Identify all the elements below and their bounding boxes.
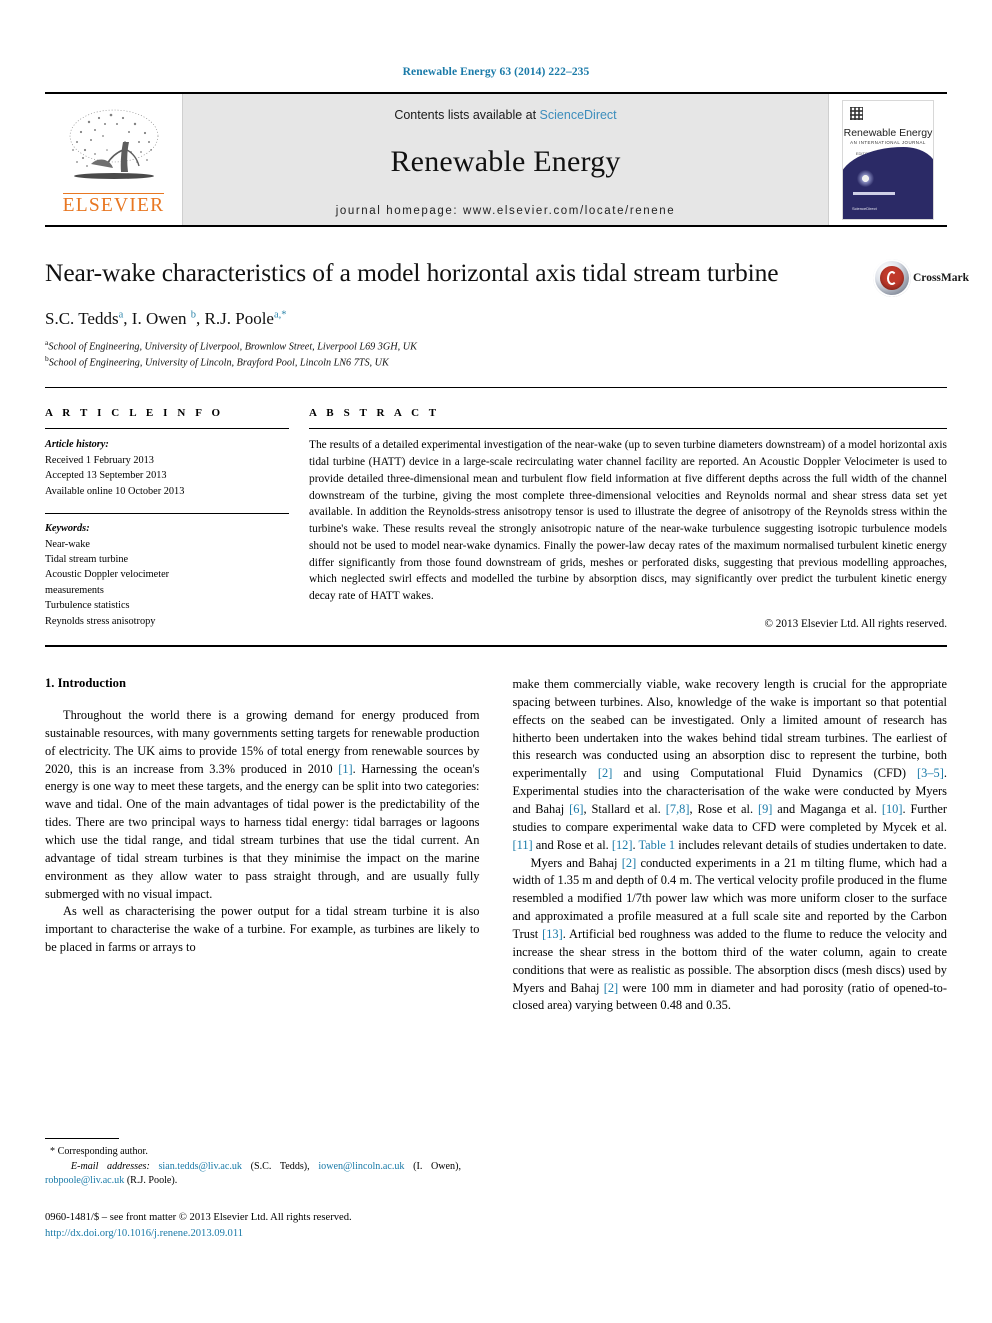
info-abstract-region: A R T I C L E I N F O Article history: R… — [45, 388, 947, 630]
abstract-copyright: © 2013 Elsevier Ltd. All rights reserved… — [764, 618, 948, 631]
body-columns: 1. Introduction Throughout the world the… — [45, 647, 947, 1015]
corresponding-author-note: * Corresponding author. E-mail addresses… — [45, 1146, 461, 1187]
masthead-center: Contents lists available at ScienceDirec… — [183, 94, 828, 225]
journal-article-page: Renewable Energy 63 (2014) 222–235 ELSEV… — [0, 0, 992, 1323]
keyword-item: Reynolds stress anisotropy — [45, 615, 156, 627]
article-info-divider — [45, 513, 289, 515]
cover-qr-icon — [850, 106, 863, 120]
email-label: E-mail addresses: — [70, 1160, 150, 1172]
citation-ref[interactable]: [6] — [569, 802, 583, 816]
cover-emblem-icon — [857, 169, 874, 187]
citation-ref[interactable]: [10] — [882, 802, 903, 816]
citation-ref[interactable]: [9] — [758, 802, 772, 816]
abstract-rule — [309, 428, 947, 430]
journal-homepage[interactable]: journal homepage: www.elsevier.com/locat… — [336, 205, 676, 217]
email-link[interactable]: iowen@lincoln.ac.uk — [318, 1161, 404, 1172]
article-info-rule — [45, 428, 289, 430]
keyword-item: Near-wake — [45, 538, 90, 550]
email-owner: (R.J. Poole) — [126, 1175, 175, 1187]
crossmark-graphic: CrossMark — [873, 259, 969, 299]
cover-title: Renewable Energy — [843, 126, 933, 139]
section-heading-introduction: 1. Introduction — [45, 676, 126, 691]
email-owner: (S.C. Tedds) — [250, 1160, 308, 1172]
footnote-block: * Corresponding author. E-mail addresses… — [45, 1138, 461, 1189]
citation-ref[interactable]: [3–5] — [917, 766, 944, 780]
citation-ref[interactable]: [13] — [542, 927, 563, 941]
footnote-rule — [45, 1138, 119, 1139]
journal-title: Renewable Energy — [390, 145, 621, 178]
author-affil-mark: b — [190, 308, 197, 320]
history-item: Accepted 13 September 2013 — [45, 470, 167, 482]
paragraph: Throughout the world there is a growing … — [45, 708, 480, 901]
citation-ref[interactable]: [2] — [604, 981, 618, 995]
sciencedirect-link[interactable]: ScienceDirect — [540, 108, 617, 122]
doi-link[interactable]: http://dx.doi.org/10.1016/j.renene.2013.… — [45, 1226, 475, 1242]
contents-available-line: Contents lists available at ScienceDirec… — [394, 108, 616, 122]
paragraph: As well as characterising the power outp… — [45, 904, 480, 955]
cover-subtitle: AN INTERNATIONAL JOURNAL — [850, 139, 926, 145]
crossmark-inner-icon — [880, 266, 904, 290]
keyword-item: Turbulence statistics — [45, 600, 130, 612]
crossmark-circle-icon — [873, 259, 911, 297]
abstract-text: The results of a detailed experimental i… — [309, 439, 947, 603]
affiliation-text: School of Engineering, University of Liv… — [48, 341, 417, 352]
author-affil-mark: a — [118, 308, 124, 320]
affiliations: aSchool of Engineering, University of Li… — [45, 338, 947, 372]
cover-footer-text: ScienceDirect — [852, 205, 877, 211]
crossmark-badge[interactable]: CrossMark — [873, 259, 969, 299]
page-title: Near-wake characteristics of a model hor… — [45, 258, 779, 287]
corresponding-author-text: * Corresponding author. — [50, 1146, 148, 1157]
crossmark-label: CrossMark — [913, 272, 970, 284]
elsevier-wordmark: ELSEVIER — [62, 192, 165, 216]
article-history-label: Article history: — [45, 439, 109, 451]
publisher-logo: ELSEVIER — [45, 94, 183, 225]
keyword-item: Tidal stream turbine — [45, 553, 129, 565]
citation-ref[interactable]: [12] — [612, 838, 633, 852]
table-ref[interactable]: Table 1 — [638, 838, 675, 852]
title-block: CrossMark Near-wake characteristics of a… — [45, 257, 969, 372]
cover-bar — [853, 191, 895, 195]
contents-prefix: Contents lists available at — [394, 108, 540, 122]
citation-ref[interactable]: [11] — [513, 838, 533, 852]
affiliation-item: bSchool of Engineering, University of Li… — [45, 354, 947, 371]
issn-copyright-line: 0960-1481/$ – see front matter © 2013 El… — [45, 1212, 352, 1223]
email-link[interactable]: sian.tedds@liv.ac.uk — [158, 1161, 242, 1172]
citation-ref[interactable]: [2] — [622, 856, 636, 870]
elsevier-tree-icon — [69, 109, 158, 179]
body-right-column: make them commercially viable, wake reco… — [513, 676, 948, 1015]
footer-metadata: 0960-1481/$ – see front matter © 2013 El… — [45, 1210, 475, 1242]
author-list: S.C. Teddsa, I. Owen b, R.J. Poolea,* — [45, 308, 287, 328]
paragraph: Myers and Bahaj [2] conducted experiment… — [512, 855, 948, 1013]
history-item: Received 1 February 2013 — [45, 454, 154, 466]
keyword-item: measurements — [45, 584, 104, 596]
masthead-right: Renewable Energy AN INTERNATIONAL JOURNA… — [828, 94, 947, 225]
journal-masthead: ELSEVIER Contents lists available at Sci… — [45, 92, 947, 227]
history-item: Available online 10 October 2013 — [45, 485, 185, 497]
article-info-column: A R T I C L E I N F O Article history: R… — [45, 407, 307, 630]
abstract-heading: A B S T R A C T — [309, 407, 440, 420]
article-info-heading: A R T I C L E I N F O — [45, 407, 224, 420]
keywords-label: Keywords: — [45, 523, 90, 535]
journal-cover-image: Renewable Energy AN INTERNATIONAL JOURNA… — [842, 99, 934, 220]
email-owner: (I. Owen) — [413, 1160, 459, 1172]
affiliation-text: School of Engineering, University of Lin… — [48, 357, 389, 369]
citation-ref[interactable]: [1] — [338, 762, 352, 776]
paragraph: make them commercially viable, wake reco… — [512, 677, 948, 852]
email-link[interactable]: robpoole@liv.ac.uk — [45, 1175, 124, 1186]
article-history-block: Article history: Received 1 February 201… — [45, 437, 289, 499]
author-affil-mark: a,* — [273, 308, 287, 320]
abstract-column: A B S T R A C T The results of a detaile… — [307, 407, 947, 630]
running-head: Renewable Energy 63 (2014) 222–235 — [402, 66, 590, 78]
affiliation-item: aSchool of Engineering, University of Li… — [45, 338, 947, 355]
citation-ref[interactable]: [7,8] — [666, 802, 690, 816]
body-left-column: 1. Introduction Throughout the world the… — [45, 676, 480, 1015]
keywords-block: Keywords: Near-wake Tidal stream turbine… — [45, 521, 289, 629]
citation-ref[interactable]: [2] — [598, 766, 612, 780]
keyword-item: Acoustic Doppler velocimeter — [45, 569, 170, 581]
